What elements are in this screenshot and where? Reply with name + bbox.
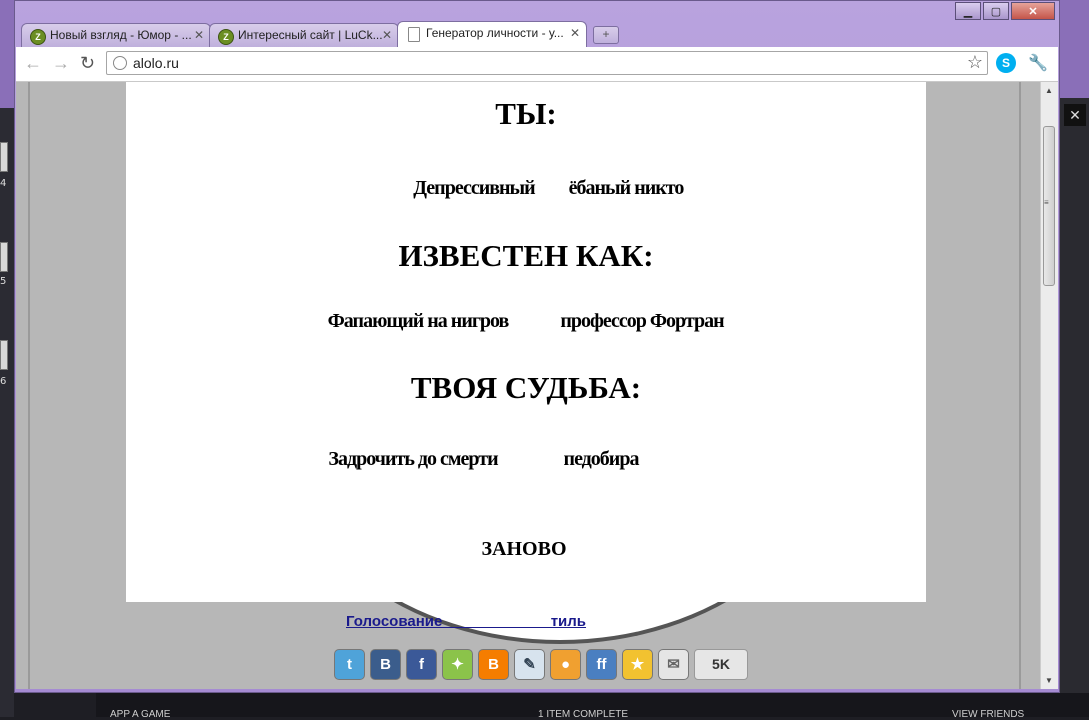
known-word-2: профессор Фортран: [560, 310, 724, 332]
share-count: 5K: [694, 649, 748, 680]
tab-novyi-vzglyad[interactable]: Z Новый взгляд - Юмор - ... ✕: [21, 23, 211, 47]
result-panel: ТЫ: Депрессивный ёбаный никто ИЗВЕСТЕН К…: [126, 82, 926, 602]
wrench-menu-icon[interactable]: 🔧: [1028, 53, 1048, 73]
vkontakte-icon[interactable]: B: [370, 649, 401, 680]
vote-link[interactable]: Голосование тиль: [346, 613, 586, 630]
tab-interesnyi-sait[interactable]: Z Интересный сайт | LuCk... ✕: [209, 23, 399, 47]
tab-close-icon[interactable]: ✕: [382, 28, 392, 42]
desktop-wallpaper: [0, 0, 14, 108]
scroll-up-icon[interactable]: ▲: [1045, 86, 1053, 95]
scroll-down-icon[interactable]: ▼: [1045, 676, 1053, 685]
browser-window: ▁ ▢ ✕ Z Новый взгляд - Юмор - ... ✕ Z Ин…: [14, 0, 1060, 693]
forward-arrow-icon[interactable]: →: [52, 53, 70, 74]
page-viewport: ТЫ: Депрессивный ёбаный никто ИЗВЕСТЕН К…: [16, 82, 1040, 689]
window-close-button[interactable]: ✕: [1011, 2, 1055, 20]
tab-generator-lichnosti[interactable]: Генератор личности - у... ✕: [397, 21, 587, 47]
browser-toolbar: ← → ↻ alolo.ru ☆ S 🔧: [16, 47, 1058, 82]
tab-title: Генератор личности - у...: [426, 26, 564, 40]
page-border: [28, 82, 30, 689]
heading-fate: ТВОЯ СУДЬБА:: [410, 370, 642, 405]
google-buzz-icon[interactable]: ✦: [442, 649, 473, 680]
tab-strip: Z Новый взгляд - Юмор - ... ✕ Z Интересн…: [21, 21, 619, 47]
taskbar: APP A GAME 1 ITEM COMPLETE VIEW FRIENDS: [96, 693, 1089, 720]
moi-mir-icon[interactable]: ●: [550, 649, 581, 680]
share-bar: t B f ✦ B ✎ ● ff ★ ✉ 5K: [334, 649, 748, 680]
minimize-button[interactable]: ▁: [955, 2, 981, 20]
bookmark-star-icon[interactable]: ☆: [967, 52, 983, 73]
tab-close-icon[interactable]: ✕: [570, 26, 580, 40]
close-icon[interactable]: ✕: [1064, 104, 1086, 126]
taskbar-right-text[interactable]: VIEW FRIENDS: [952, 709, 1024, 720]
back-arrow-icon[interactable]: ←: [24, 53, 42, 74]
taskbar-status-text: 1 ITEM COMPLETE: [538, 709, 629, 720]
window-controls: ▁ ▢ ✕: [953, 2, 1055, 20]
blogger-icon[interactable]: B: [478, 649, 509, 680]
scroll-grip-icon: ≡: [1044, 198, 1049, 207]
livejournal-icon[interactable]: ✎: [514, 649, 545, 680]
friendfeed-icon[interactable]: ff: [586, 649, 617, 680]
desktop-icon-label: 4: [0, 178, 7, 189]
page-icon: [408, 27, 420, 42]
page-border: [1019, 82, 1021, 689]
facebook-icon[interactable]: f: [406, 649, 437, 680]
taskbar-left-text[interactable]: APP A GAME: [110, 709, 170, 720]
tab-title: Новый взгляд - Юмор - ...: [50, 28, 192, 42]
heading-you: ТЫ:: [495, 96, 557, 131]
maximize-button[interactable]: ▢: [983, 2, 1009, 20]
site-favicon-icon: Z: [30, 29, 46, 45]
desktop-icon-label: 5: [0, 276, 7, 287]
address-bar[interactable]: alolo.ru ☆: [106, 51, 988, 75]
again-button[interactable]: ЗАНОВО: [124, 538, 924, 561]
desktop-icon-label: 6: [0, 376, 7, 387]
desktop-wallpaper: [1060, 0, 1089, 98]
desktop-icon[interactable]: [0, 142, 8, 172]
vertical-scrollbar[interactable]: ▲ ≡ ▼: [1040, 82, 1058, 689]
fate-word-2: педобира: [563, 448, 640, 470]
desktop-left-edge: 4 5 6: [0, 0, 14, 717]
email-envelope-icon[interactable]: ✉: [658, 649, 689, 680]
desktop-icon[interactable]: [0, 340, 8, 370]
globe-icon: [113, 56, 127, 70]
tab-title: Интересный сайт | LuCk...: [238, 28, 383, 42]
new-tab-button[interactable]: +: [593, 26, 619, 44]
skype-extension-icon[interactable]: S: [996, 53, 1016, 73]
you-word-2: ёбаный никто: [568, 177, 685, 199]
tab-close-icon[interactable]: ✕: [194, 28, 204, 42]
twitter-icon[interactable]: t: [334, 649, 365, 680]
desktop-icon[interactable]: [0, 242, 8, 272]
site-favicon-icon: Z: [218, 29, 234, 45]
reload-icon[interactable]: ↻: [80, 53, 95, 74]
heading-known-as: ИЗВЕСТЕН КАК:: [398, 238, 654, 273]
favorites-star-icon[interactable]: ★: [622, 649, 653, 680]
url-text: alolo.ru: [133, 55, 179, 71]
